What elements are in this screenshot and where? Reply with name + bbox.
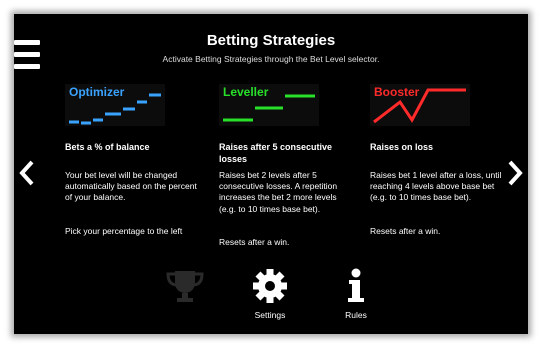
trophy-icon — [166, 271, 204, 302]
strategy-heading-booster: Raises on loss — [370, 142, 434, 152]
strategy-description-booster: Raises bet 1 level after a loss, until r… — [370, 170, 502, 203]
page-subtitle: Activate Betting Strategies through the … — [162, 54, 380, 64]
strategy-note-booster: Resets after a win. — [370, 226, 441, 236]
chevron-right-icon[interactable] — [506, 159, 524, 193]
strategy-heading-leveller: Raises after 5 consecutive losses — [219, 142, 333, 164]
strategy-name-booster: Booster — [374, 85, 420, 99]
strategy-note-optimizer: Pick your percentage to the left — [65, 226, 183, 236]
game-dialog: Betting Strategies Activate Betting Stra… — [14, 14, 528, 334]
page-title: Betting Strategies — [206, 32, 336, 49]
strategy-name-leveller: Leveller — [223, 85, 269, 99]
gear-icon — [253, 269, 287, 303]
info-icon — [348, 268, 364, 302]
chevron-left-icon[interactable] — [18, 159, 36, 193]
strategy-heading-optimizer: Bets a % of balance — [65, 142, 150, 152]
settings-label: Settings — [254, 310, 286, 320]
strategy-name-optimizer: Optimizer — [69, 85, 125, 99]
strategy-description-optimizer: Your bet level will be changed automatic… — [65, 170, 197, 203]
strategy-description-leveller: Raises bet 2 levels after 5 consecutive … — [219, 170, 338, 214]
rules-button[interactable]: Rules — [326, 268, 386, 320]
rules-label: Rules — [345, 310, 367, 320]
settings-button[interactable]: Settings — [240, 268, 300, 320]
strategy-note-leveller: Resets after a win. — [219, 237, 290, 247]
trophy-button[interactable] — [155, 268, 215, 304]
